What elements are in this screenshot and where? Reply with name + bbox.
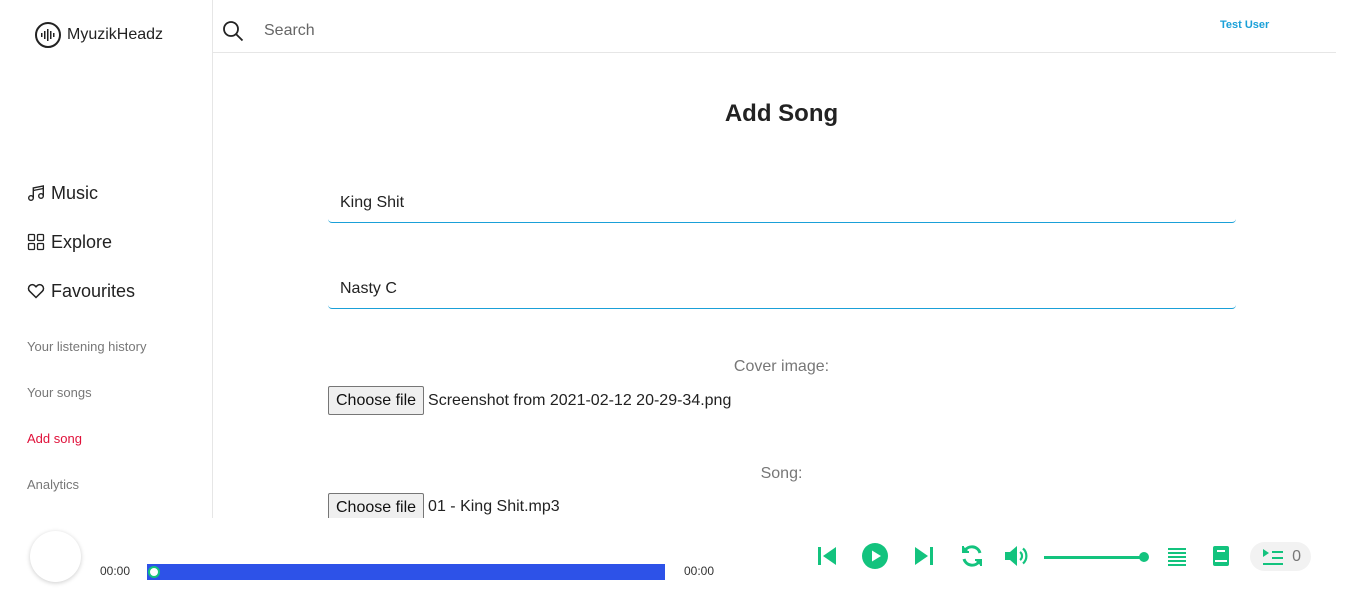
sidebar-item-listening-history[interactable]: Your listening history	[27, 339, 146, 355]
now-playing-artwork[interactable]	[30, 531, 81, 582]
list-lines-icon	[1168, 548, 1186, 566]
song-choose-file-button[interactable]: Choose file	[328, 493, 425, 518]
nav-item-label: Favourites	[51, 280, 136, 301]
volume-icon	[1005, 546, 1028, 566]
seek-bar[interactable]	[147, 564, 665, 580]
sidebar-item-add-song[interactable]: Add song	[27, 431, 146, 447]
lyrics-list-button[interactable]	[1164, 543, 1190, 569]
skip-previous-icon	[818, 547, 836, 565]
play-button[interactable]	[862, 543, 888, 569]
song-file-name: 01 - King Shit.mp3	[428, 498, 560, 515]
page-title: Add Song	[724, 100, 839, 127]
music-note-icon	[28, 185, 44, 201]
sidebar-item-analytics[interactable]: Analytics	[27, 477, 146, 493]
duration: 00:00	[684, 564, 715, 578]
grid-icon	[27, 233, 45, 251]
player-bar: 00:00 00:00 0	[0, 518, 1345, 597]
app-logo[interactable]: MyuzikHeadz	[35, 22, 163, 48]
queue-count: 0	[1292, 547, 1301, 565]
main-nav: Music Explore Favourites	[27, 181, 135, 328]
cover-choose-file-button[interactable]: Choose file	[328, 386, 425, 415]
cover-image-label: Cover image:	[733, 358, 830, 375]
seek-handle[interactable]	[148, 566, 160, 578]
previous-button[interactable]	[814, 543, 840, 569]
book-icon	[1213, 546, 1229, 566]
play-circle-icon	[862, 543, 888, 569]
library-nav: Your listening history Your songs Add so…	[27, 339, 146, 523]
repeat-button[interactable]	[959, 543, 985, 569]
sidebar-item-your-songs[interactable]: Your songs	[27, 385, 146, 401]
search-icon[interactable]	[222, 20, 244, 42]
repeat-icon	[962, 545, 982, 567]
headphones-logo-icon	[35, 22, 61, 48]
app-name: MyuzikHeadz	[67, 26, 164, 43]
cover-file-input: Choose file Screenshot from 2021-02-12 2…	[328, 386, 731, 415]
book-button[interactable]	[1208, 543, 1234, 569]
cover-file-name: Screenshot from 2021-02-12 20-29-34.png	[428, 391, 732, 409]
heart-icon	[27, 283, 45, 299]
next-button[interactable]	[911, 543, 937, 569]
top-bar: Test User	[213, 0, 1336, 53]
search-input[interactable]	[264, 17, 864, 45]
current-time: 00:00	[100, 564, 131, 578]
skip-next-icon	[915, 547, 933, 565]
artist-field[interactable]	[328, 269, 1236, 309]
song-file-input: Choose file 01 - King Shit.mp3	[328, 493, 560, 518]
volume-button[interactable]	[1003, 543, 1029, 569]
queue-button[interactable]: 0	[1250, 542, 1311, 571]
nav-item-label: Music	[51, 182, 99, 203]
sidebar: MyuzikHeadz Music Explore Favourites You…	[0, 0, 213, 518]
nav-item-favourites[interactable]: Favourites	[27, 279, 135, 303]
queue-icon	[1263, 548, 1283, 565]
nav-item-explore[interactable]: Explore	[27, 230, 135, 254]
song-title-field[interactable]	[328, 183, 1236, 223]
nav-item-music[interactable]: Music	[27, 181, 135, 205]
volume-slider[interactable]	[1044, 552, 1149, 562]
volume-handle[interactable]	[1139, 552, 1149, 562]
user-name-link[interactable]: Test User	[1220, 19, 1269, 31]
nav-item-label: Explore	[51, 231, 113, 252]
song-file-label: Song:	[760, 465, 803, 482]
